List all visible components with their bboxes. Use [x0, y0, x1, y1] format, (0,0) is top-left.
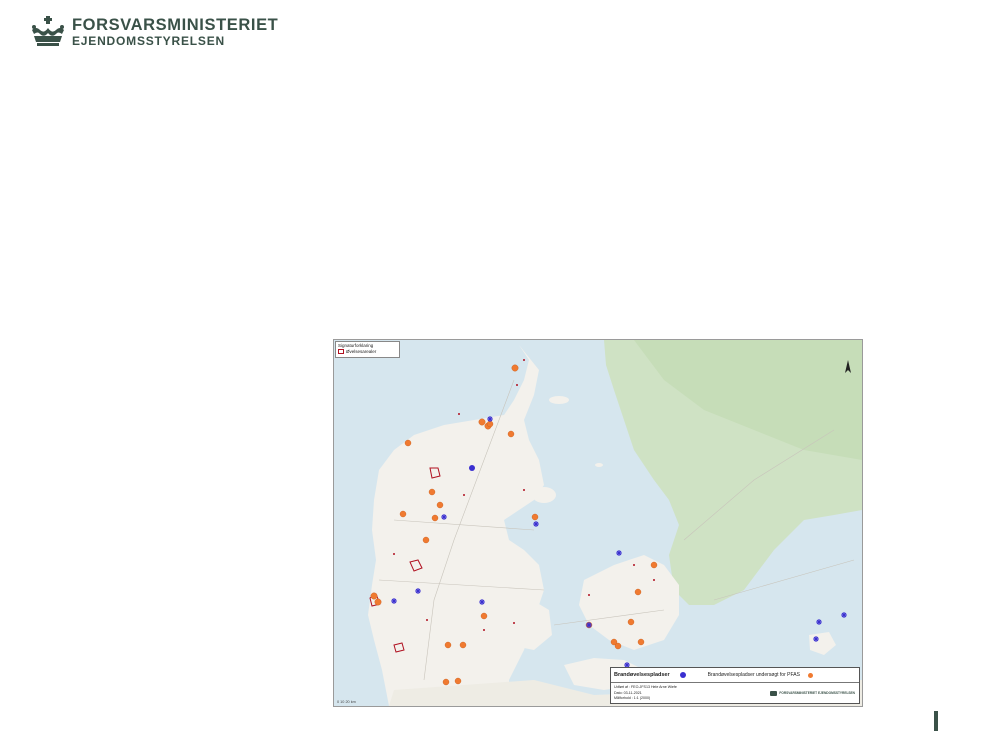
exercise-area-swatch [338, 349, 344, 354]
org-name: FORSVARSMINISTERIET EJENDOMSSTYRELSEN [72, 17, 278, 48]
org-name-line1: FORSVARSMINISTERIET [72, 15, 279, 34]
mini-crown-icon [770, 691, 778, 697]
info-mini-logo: FORSVARSMINISTERIET EJENDOMSSTYRELSEN [770, 691, 855, 697]
info-legend-row: Brandøvelsespladser Brandøvelsespladser … [611, 668, 859, 683]
legend-title: Signaturforklaring [338, 343, 374, 348]
org-logo: FORSVARSMINISTERIET EJENDOMSSTYRELSEN [30, 16, 278, 48]
scale-bar-label: 0 10 20 km [337, 700, 356, 704]
legend-item-label: Øvelsesarealer [346, 349, 377, 354]
royal-crown-icon [32, 16, 64, 46]
orange-marker-icon [807, 672, 813, 678]
blue-marker-icon [679, 672, 686, 678]
info-scale: Målforhold : 1:1 (2000) [614, 696, 651, 701]
map-legend: Signaturforklaring Øvelsesarealer [335, 341, 400, 358]
info-title: Brandøvelsespladser [614, 672, 670, 678]
org-name-line2: EJENDOMSSTYRELSEN [72, 34, 225, 49]
north-arrow-icon [845, 360, 851, 373]
map-info-box: Brandøvelsespladser Brandøvelsespladser … [610, 667, 860, 704]
page-marker [934, 711, 938, 731]
info-metadata: Udført af : FEO-JFS13 Hele Arne Wiefe Da… [611, 683, 859, 704]
info-mini-logo-text: FORSVARSMINISTERIET EJENDOMSSTYRELSEN [779, 691, 855, 695]
legend-item: Øvelsesarealer [338, 349, 397, 354]
pfas-label: Brandøvelsespladser undersøgt for PFAS [707, 672, 800, 678]
map-figure: Signaturforklaring Øvelsesarealer 0 10 2… [333, 339, 863, 707]
map-canvas [334, 340, 862, 706]
